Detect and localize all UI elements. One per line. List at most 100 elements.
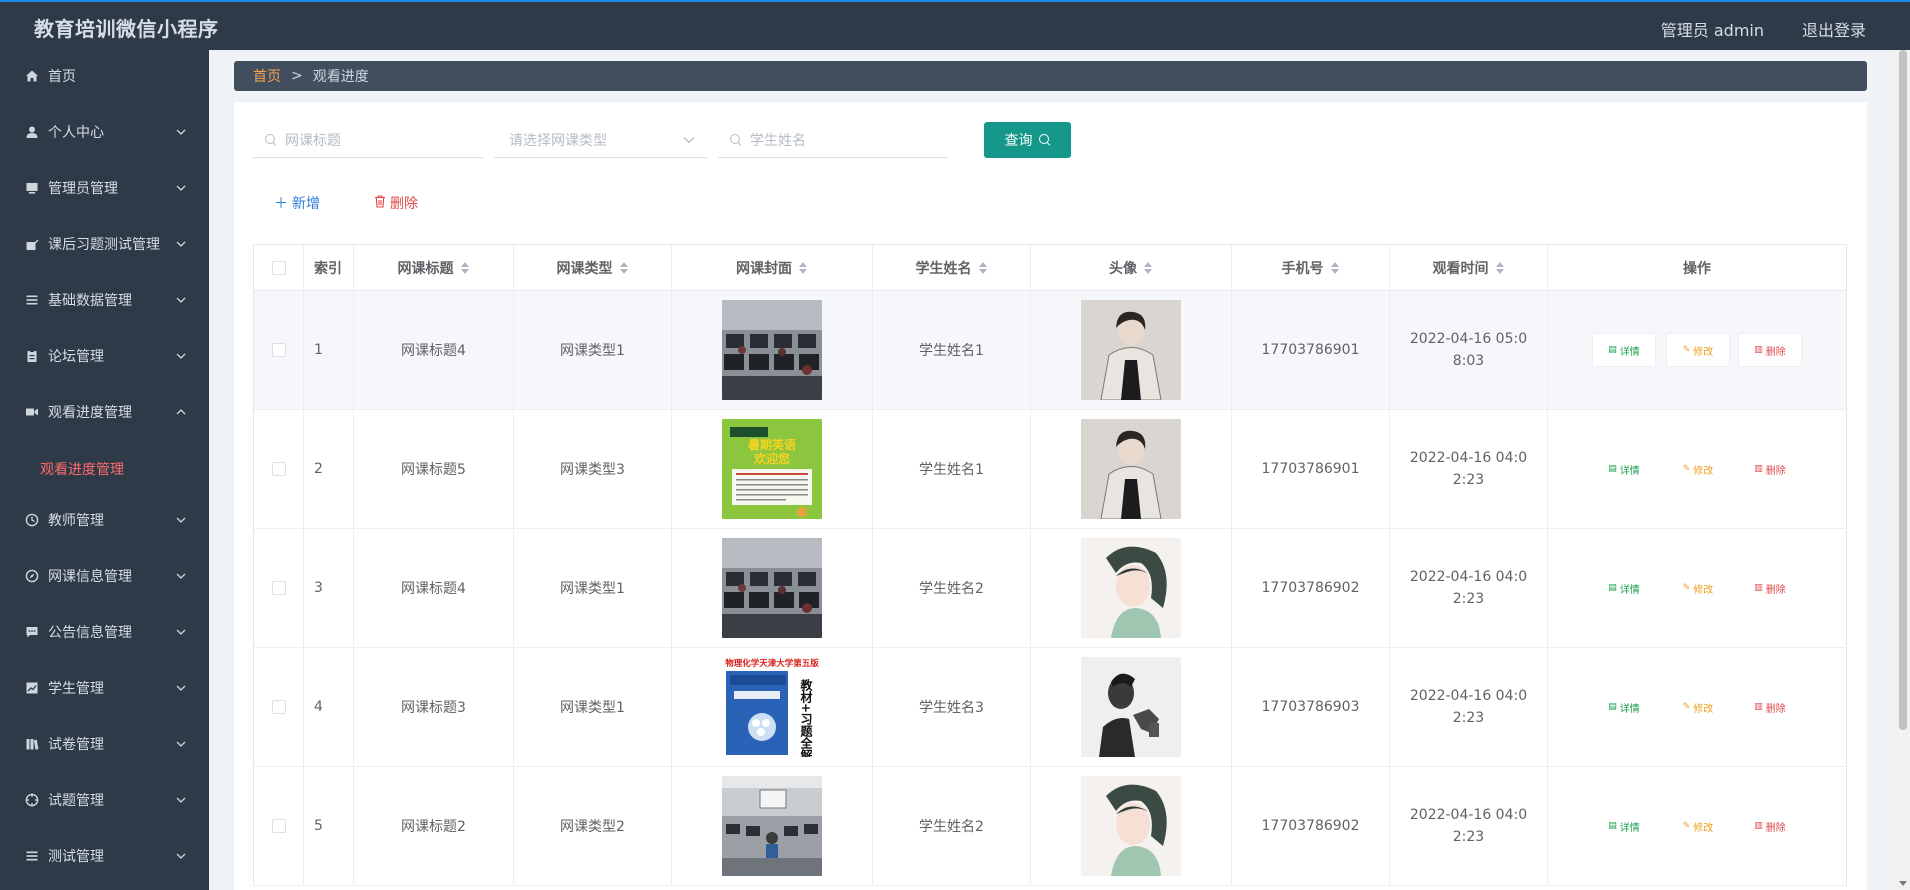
sort-icon[interactable]	[619, 261, 629, 275]
column-header-phone[interactable]: 手机号	[1232, 245, 1390, 291]
cell-actions: ▤ 详情 ✎ 修改 ▥ 删除	[1548, 291, 1846, 409]
avatar-image	[1081, 300, 1181, 400]
column-header-type[interactable]: 网课类型	[514, 245, 672, 291]
table-row: 5 网课标题2 网课类型2 学生姓名2 17703786902 2022-04-…	[253, 767, 1847, 886]
scroll-down-arrow-icon[interactable]	[1899, 881, 1907, 886]
delete-button[interactable]: ▥ 删除	[1738, 809, 1802, 843]
user-icon	[24, 124, 40, 140]
sort-icon[interactable]	[798, 261, 808, 275]
search-icon	[265, 133, 277, 146]
sidebar-item-label: 观看进度管理	[48, 405, 132, 421]
delete-button[interactable]: ▥ 删除	[1738, 690, 1802, 724]
cell-actions: ▤ 详情 ✎ 修改 ▥ 删除	[1548, 648, 1846, 766]
sidebar-item-forum[interactable]: 论坛管理	[0, 334, 209, 378]
sidebar-item-tests[interactable]: 测试管理	[0, 834, 209, 878]
sort-icon[interactable]	[1143, 261, 1153, 275]
edit-button[interactable]: ✎ 修改	[1666, 333, 1730, 367]
cell-type: 网课类型1	[514, 648, 672, 766]
scrollbar-thumb[interactable]	[1899, 50, 1907, 730]
course-type-select[interactable]: 请选择网课类型	[494, 122, 707, 158]
select-placeholder: 请选择网课类型	[509, 132, 607, 149]
delete-button[interactable]: ▥ 删除	[1738, 333, 1802, 367]
sidebar-item-students[interactable]: 学生管理	[0, 666, 209, 710]
sort-icon[interactable]	[978, 261, 988, 275]
clock-icon	[24, 512, 40, 528]
document-icon: ▤	[1608, 583, 1617, 593]
sidebar-item-home[interactable]: 首页	[0, 54, 209, 98]
column-header-student[interactable]: 学生姓名	[873, 245, 1031, 291]
chevron-down-icon	[683, 137, 695, 144]
cell-title: 网课标题5	[354, 410, 514, 528]
sort-icon[interactable]	[460, 261, 470, 275]
search-placeholder: 学生姓名	[750, 132, 806, 149]
row-checkbox[interactable]	[271, 343, 286, 357]
target-icon	[24, 792, 40, 808]
delete-button[interactable]: ▥ 删除	[1738, 571, 1802, 605]
sidebar-item-label: 教师管理	[48, 513, 104, 529]
column-header-cover[interactable]: 网课封面	[672, 245, 873, 291]
sort-icon[interactable]	[1330, 261, 1340, 275]
sidebar-item-courses[interactable]: 网课信息管理	[0, 554, 209, 598]
submenu-label: 观看进度管理	[40, 462, 124, 478]
add-button[interactable]: ＋新增	[274, 193, 320, 213]
row-checkbox[interactable]	[271, 581, 286, 595]
cell-type: 网课类型1	[514, 529, 672, 647]
avatar-image	[1081, 776, 1181, 876]
vertical-scrollbar[interactable]	[1896, 50, 1910, 890]
svg-text:物理化学天津大学第五版: 物理化学天津大学第五版	[725, 658, 819, 669]
sort-icon[interactable]	[1495, 261, 1505, 275]
edit-button[interactable]: ✎ 修改	[1666, 571, 1730, 605]
sidebar-item-notices[interactable]: 公告信息管理	[0, 610, 209, 654]
submenu-item-watch-progress[interactable]: 观看进度管理	[0, 448, 209, 488]
chevron-down-icon	[176, 185, 186, 191]
column-header-avatar[interactable]: 头像	[1031, 245, 1232, 291]
edit-button[interactable]: ✎ 修改	[1666, 690, 1730, 724]
select-all-checkbox[interactable]	[271, 261, 286, 275]
cell-type: 网课类型2	[514, 767, 672, 885]
cell-student: 学生姓名2	[873, 529, 1031, 647]
row-checkbox[interactable]	[271, 462, 286, 476]
sidebar-item-profile[interactable]: 个人中心	[0, 110, 209, 154]
delete-button[interactable]: ▥ 删除	[1738, 452, 1802, 486]
book-icon	[24, 736, 40, 752]
edit-button[interactable]: ✎ 修改	[1666, 809, 1730, 843]
sidebar-item-watch-progress[interactable]: 观看进度管理	[0, 390, 209, 434]
detail-button[interactable]: ▤ 详情	[1592, 690, 1656, 724]
cell-time: 2022-04-16 05:08:03	[1390, 291, 1548, 409]
cell-time: 2022-04-16 04:02:23	[1390, 648, 1548, 766]
cell-actions: ▤ 详情 ✎ 修改 ▥ 删除	[1548, 767, 1846, 885]
row-checkbox[interactable]	[271, 700, 286, 714]
course-title-search-input[interactable]: 网课标题	[253, 122, 483, 158]
trash-icon: ▥	[1754, 702, 1763, 712]
cell-type: 网课类型1	[514, 291, 672, 409]
app-title: 教育培训微信小程序	[34, 17, 219, 41]
row-checkbox[interactable]	[271, 819, 286, 833]
breadcrumb-home[interactable]: 首页	[253, 66, 281, 86]
sidebar-item-questions[interactable]: 试题管理	[0, 778, 209, 822]
chevron-down-icon	[176, 741, 186, 747]
sidebar-item-basic-data[interactable]: 基础数据管理	[0, 278, 209, 322]
logout-link[interactable]: 退出登录	[1802, 17, 1866, 41]
chevron-down-icon	[176, 297, 186, 303]
column-header-title[interactable]: 网课标题	[354, 245, 514, 291]
delete-label: 删除	[390, 196, 418, 212]
chevron-up-icon	[176, 409, 186, 415]
table-row: 3 网课标题4 网课类型1 学生姓名2 17703786902 2022-04-…	[253, 529, 1847, 648]
sidebar-item-admins[interactable]: 管理员管理	[0, 166, 209, 210]
detail-button[interactable]: ▤ 详情	[1592, 571, 1656, 605]
batch-delete-button[interactable]: 删除	[374, 193, 418, 213]
search-button[interactable]: 查询	[984, 122, 1071, 158]
student-name-search-input[interactable]: 学生姓名	[718, 122, 948, 158]
chevron-down-icon	[176, 853, 186, 859]
edit-icon	[24, 236, 40, 252]
detail-button[interactable]: ▤ 详情	[1592, 452, 1656, 486]
svg-text:教材+习题全解: 教材+习题全解	[799, 678, 813, 757]
sidebar-item-papers[interactable]: 试卷管理	[0, 722, 209, 766]
sidebar-item-exercise-tests[interactable]: 课后习题测试管理	[0, 222, 209, 266]
edit-button[interactable]: ✎ 修改	[1666, 452, 1730, 486]
sidebar-item-teachers[interactable]: 教师管理	[0, 498, 209, 542]
column-header-time[interactable]: 观看时间	[1390, 245, 1548, 291]
avatar-image	[1081, 657, 1181, 757]
detail-button[interactable]: ▤ 详情	[1592, 333, 1656, 367]
detail-button[interactable]: ▤ 详情	[1592, 809, 1656, 843]
